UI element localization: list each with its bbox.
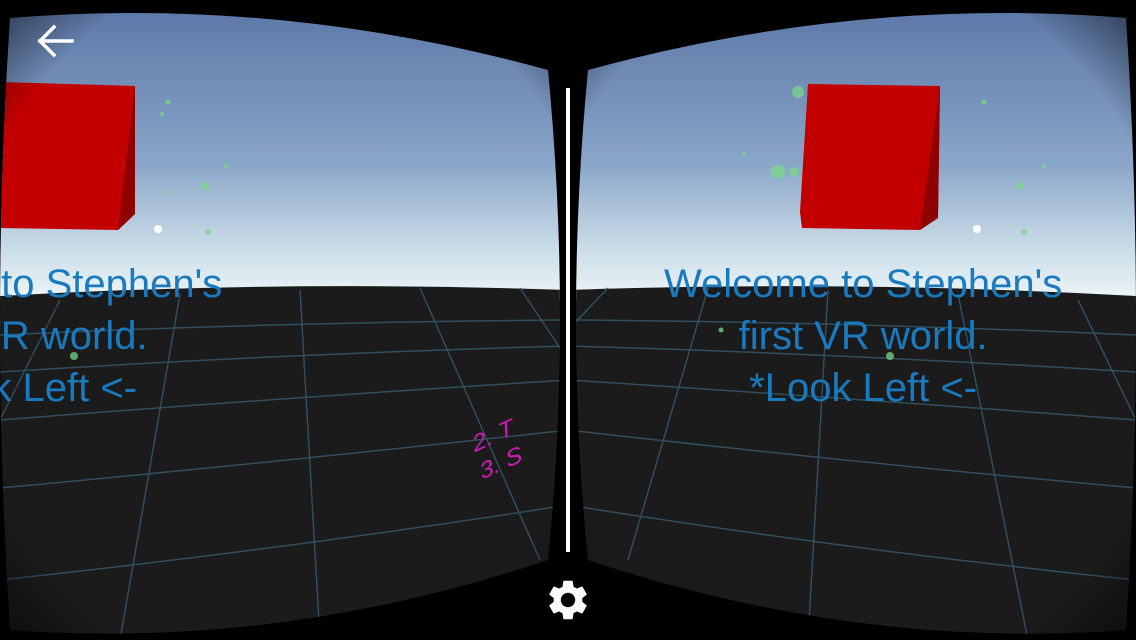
left-eye-viewport: Welcome to Stephen's first VR world. *Lo… [0,0,568,640]
welcome-text: Welcome to Stephen's first VR world. *Lo… [0,258,222,414]
back-button[interactable] [34,20,78,64]
welcome-line-1: Welcome to Stephen's [664,262,1063,306]
welcome-line-1: Welcome to Stephen's [0,262,223,306]
vr-stereo-view: Welcome to Stephen's first VR world. *Lo… [0,0,1136,640]
welcome-text: Welcome to Stephen's first VR world. *Lo… [664,258,1062,414]
right-eye-viewport: Welcome to Stephen's first VR world. *Lo… [568,0,1136,640]
welcome-line-2: first VR world. [738,314,988,358]
eye-divider-line [566,88,570,552]
gear-icon [549,580,587,620]
welcome-line-3: *Look Left <- [0,366,138,410]
welcome-line-3: *Look Left <- [749,366,978,410]
arrow-left-icon [37,24,74,58]
settings-button[interactable] [544,576,592,624]
welcome-line-2: first VR world. [0,314,148,358]
